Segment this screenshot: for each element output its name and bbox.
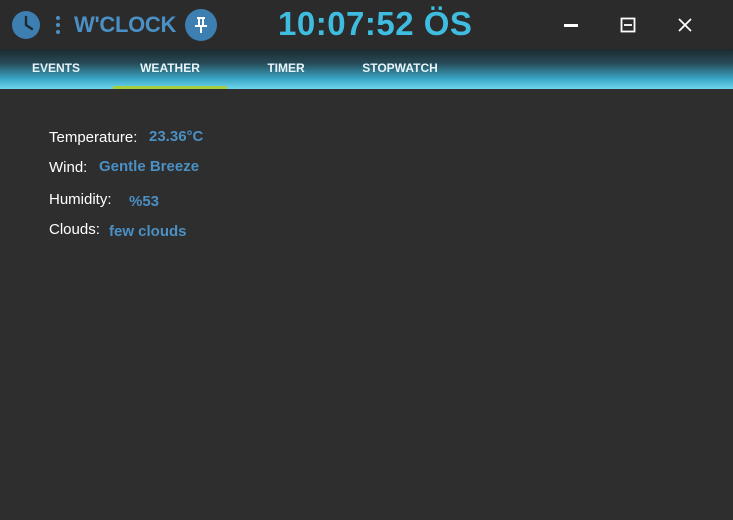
humidity-label: Humidity:	[49, 191, 112, 208]
humidity-value: %53	[129, 193, 160, 210]
wind-value: Gentle Breeze	[99, 158, 200, 175]
pin-button[interactable]	[185, 9, 217, 41]
clouds-label: Clouds:	[49, 221, 100, 238]
maximize-icon	[620, 17, 636, 33]
close-button[interactable]	[670, 10, 700, 40]
title-bar: W'CLOCK 10:07:52 ÖS	[0, 0, 733, 49]
clouds-value: few clouds	[109, 223, 187, 240]
minimize-button[interactable]	[556, 10, 586, 40]
current-time: 10:07:52 ÖS	[278, 5, 473, 42]
close-icon	[678, 18, 692, 32]
minimize-icon	[564, 24, 578, 27]
temperature-label: Temperature:	[49, 129, 138, 146]
clock-icon[interactable]	[11, 10, 41, 40]
tab-bar: EVENTS WEATHER TIMER STOPWATCH	[0, 49, 733, 89]
maximize-button[interactable]	[613, 10, 643, 40]
tab-stopwatch[interactable]: STOPWATCH	[345, 49, 455, 89]
app-title: W'CLOCK	[74, 12, 177, 37]
pin-icon	[195, 17, 207, 33]
tab-timer[interactable]: TIMER	[250, 49, 322, 89]
wind-label: Wind:	[49, 159, 88, 176]
temperature-value: 23.36°C	[149, 128, 204, 145]
vertical-dots-icon[interactable]	[52, 14, 64, 36]
weather-panel: Temperature: 23.36°C Wind: Gentle Breeze…	[0, 89, 733, 520]
tab-weather[interactable]: WEATHER	[113, 49, 227, 89]
tab-events[interactable]: EVENTS	[16, 49, 96, 89]
